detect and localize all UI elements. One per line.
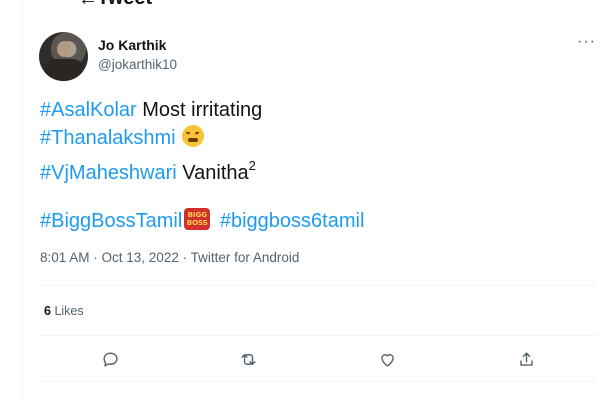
like-icon (380, 353, 394, 367)
avatar-face (57, 41, 71, 57)
back-arrow-icon[interactable]: ← (78, 0, 98, 11)
timestamp-link[interactable]: 8:01 AM · Oct 13, 2022 (40, 250, 179, 265)
source-label: Twitter for Android (190, 250, 300, 265)
author-display-name[interactable]: Jo Karthik (98, 37, 166, 53)
tweet-text-fragment: Most irritating (136, 99, 263, 121)
superscript: 2 (248, 158, 256, 173)
hashtag-link[interactable]: #biggboss6tamil (220, 210, 365, 232)
bigg-boss-hashflag-icon: BIGG BOSS (184, 208, 211, 230)
page-title: Tweet (97, 0, 152, 10)
tweet-text: #AsalKolar Most irritating #Thanalakshmi… (40, 96, 364, 235)
tweet-line: #AsalKolar Most irritating (40, 96, 364, 124)
share-button[interactable] (513, 346, 539, 372)
avatar[interactable] (39, 32, 88, 81)
hashtag-link[interactable]: #VjMaheshwari (40, 162, 177, 184)
tweet-line-spacer (40, 180, 364, 207)
tweet-meta: 8:01 AM · Oct 13, 2022 · Twitter for And… (40, 250, 299, 265)
hashtag-link[interactable]: #AsalKolar (40, 99, 137, 121)
divider (40, 285, 596, 286)
likes-link[interactable]: 6 Likes (44, 304, 84, 318)
retweet-icon (240, 353, 256, 365)
action-bar (40, 346, 596, 372)
more-icon[interactable]: ··· (577, 34, 596, 50)
like-button[interactable] (374, 346, 400, 372)
retweet-button[interactable] (235, 346, 261, 372)
tweet-line: #BiggBossTamil BIGG BOSS #biggboss6tamil (40, 207, 364, 235)
tweet-line: #Thanalakshmi (40, 124, 364, 152)
author-handle[interactable]: @jokarthik10 (98, 57, 177, 72)
reply-button[interactable] (97, 346, 123, 372)
likes-count: 6 (44, 304, 51, 318)
meta-separator: · (182, 250, 188, 265)
angry-face-emoji-icon (181, 125, 204, 147)
divider (40, 335, 596, 336)
hashtag-link[interactable]: #BiggBossTamil (40, 210, 182, 232)
share-icon (519, 351, 533, 366)
tweet-text-fragment: Vanitha (176, 162, 249, 184)
hashtag-link[interactable]: #Thanalakshmi (40, 127, 176, 149)
reply-icon (102, 351, 118, 367)
divider (40, 381, 596, 382)
likes-label: Likes (54, 304, 84, 318)
column-border (22, 0, 23, 400)
avatar-body (45, 59, 83, 81)
tweet-line: #VjMaheshwari Vanitha2 (40, 152, 364, 184)
